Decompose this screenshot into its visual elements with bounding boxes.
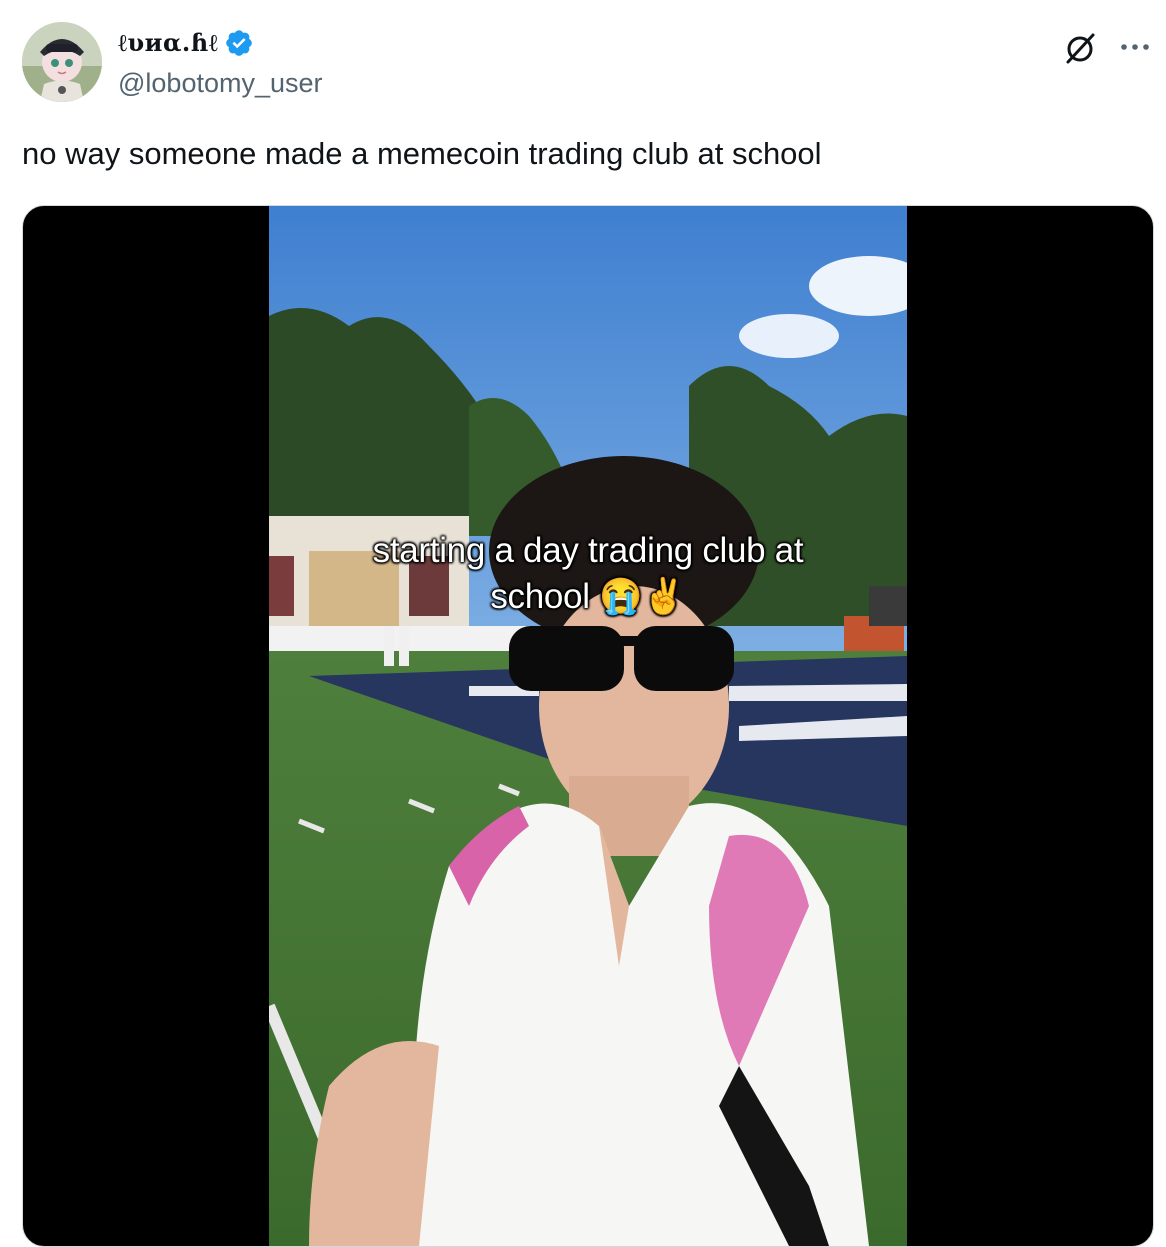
avatar[interactable] — [22, 22, 102, 102]
author-info: ℓυиα.ɦℓ @lobotomy_user — [118, 26, 323, 99]
avatar-image — [22, 22, 102, 102]
grok-slash-icon[interactable] — [1062, 30, 1098, 66]
display-name-row: ℓυиα.ɦℓ — [118, 26, 323, 60]
video-caption: starting a day trading club at school 😭✌… — [269, 528, 907, 620]
video-frame[interactable]: starting a day trading club at school 😭✌… — [269, 206, 907, 1246]
video-caption-line-1: starting a day trading club at — [372, 531, 804, 570]
tweet-card: ℓυиα.ɦℓ @lobotomy_user no way someone ma… — [0, 0, 1166, 1247]
verified-badge-icon[interactable] — [224, 28, 254, 58]
author-handle[interactable]: @lobotomy_user — [118, 68, 323, 99]
display-name[interactable]: ℓυиα.ɦℓ — [118, 28, 218, 58]
more-dots-icon[interactable] — [1118, 32, 1152, 62]
tweet-header: ℓυиα.ɦℓ @lobotomy_user — [22, 22, 1152, 104]
video-caption-line-2: school 😭✌️ — [490, 577, 686, 616]
media-video[interactable]: starting a day trading club at school 😭✌… — [22, 205, 1154, 1247]
video-thumbnail-image — [269, 206, 907, 1246]
tweet-text: no way someone made a memecoin trading c… — [22, 136, 822, 171]
